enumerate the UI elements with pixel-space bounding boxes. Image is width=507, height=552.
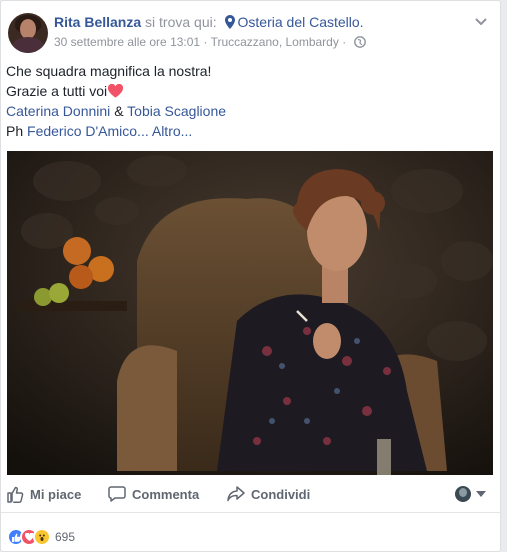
share-button[interactable]: Condividi (227, 486, 310, 502)
place-link[interactable]: Osteria del Castello. (238, 14, 364, 30)
post-text-line-2-content: Grazie a tutti voi (6, 83, 108, 99)
chevron-down-icon[interactable] (473, 13, 489, 29)
wow-reaction-icon (33, 528, 51, 546)
tag-ampersand: & (114, 103, 124, 119)
photographer-link[interactable]: Federico D'Amico... (27, 123, 149, 139)
photo-illustration (7, 151, 493, 475)
thumbs-up-icon (7, 486, 24, 503)
like-label: Mi piace (30, 487, 82, 502)
comment-label: Commenta (132, 486, 200, 502)
viewer-avatar (455, 486, 471, 502)
post-text-line-1: Che squadra magnifica la nostra! (6, 63, 212, 79)
ph-label: Ph (6, 123, 24, 139)
author-avatar[interactable] (8, 13, 48, 53)
post-meta: 30 settembre alle ore 13:01 · Truccazzan… (54, 35, 366, 49)
post-header: Rita Bellanza si trova qui: Osteria del … (54, 14, 364, 30)
post-text-line-3: Caterina Donnini & Tobia Scaglione (6, 101, 226, 121)
post-location-link[interactable]: Truccazzano, Lombardy (211, 35, 339, 49)
post-card: Rita Bellanza si trova qui: Osteria del … (0, 0, 502, 552)
more-link[interactable]: Altro... (152, 123, 192, 139)
post-photo[interactable] (7, 151, 493, 475)
comment-button[interactable]: Commenta (108, 486, 199, 502)
post-text-line-2: Grazie a tutti voi (6, 81, 226, 101)
post-text: Che squadra magnifica la nostra! Grazie … (6, 61, 226, 141)
post-actions-bar: Mi piace Commenta Condividi (1, 477, 502, 513)
checkin-verb: si trova qui: (145, 14, 217, 30)
share-label: Condividi (251, 486, 311, 502)
meta-separator-2: · (342, 35, 347, 49)
share-icon (227, 486, 245, 502)
tag-tobia-link[interactable]: Tobia Scaglione (127, 103, 226, 119)
comment-icon (108, 486, 126, 502)
reaction-count[interactable]: 695 (55, 530, 75, 544)
heart-emoji-icon (108, 84, 124, 98)
meta-separator: · (203, 35, 208, 49)
like-button[interactable]: Mi piace (7, 486, 81, 503)
reactions-summary[interactable]: 695 (7, 528, 75, 546)
tag-caterina-link[interactable]: Caterina Donnini (6, 103, 110, 119)
post-as-selector[interactable] (455, 486, 486, 502)
caret-down-icon (476, 491, 486, 497)
author-name-link[interactable]: Rita Bellanza (54, 14, 141, 30)
location-pin-icon (224, 15, 235, 29)
post-date-link[interactable]: 30 settembre alle ore 13:01 (54, 35, 200, 49)
post-text-line-4: Ph Federico D'Amico... Altro... (6, 121, 226, 141)
globe-icon[interactable] (353, 36, 366, 48)
